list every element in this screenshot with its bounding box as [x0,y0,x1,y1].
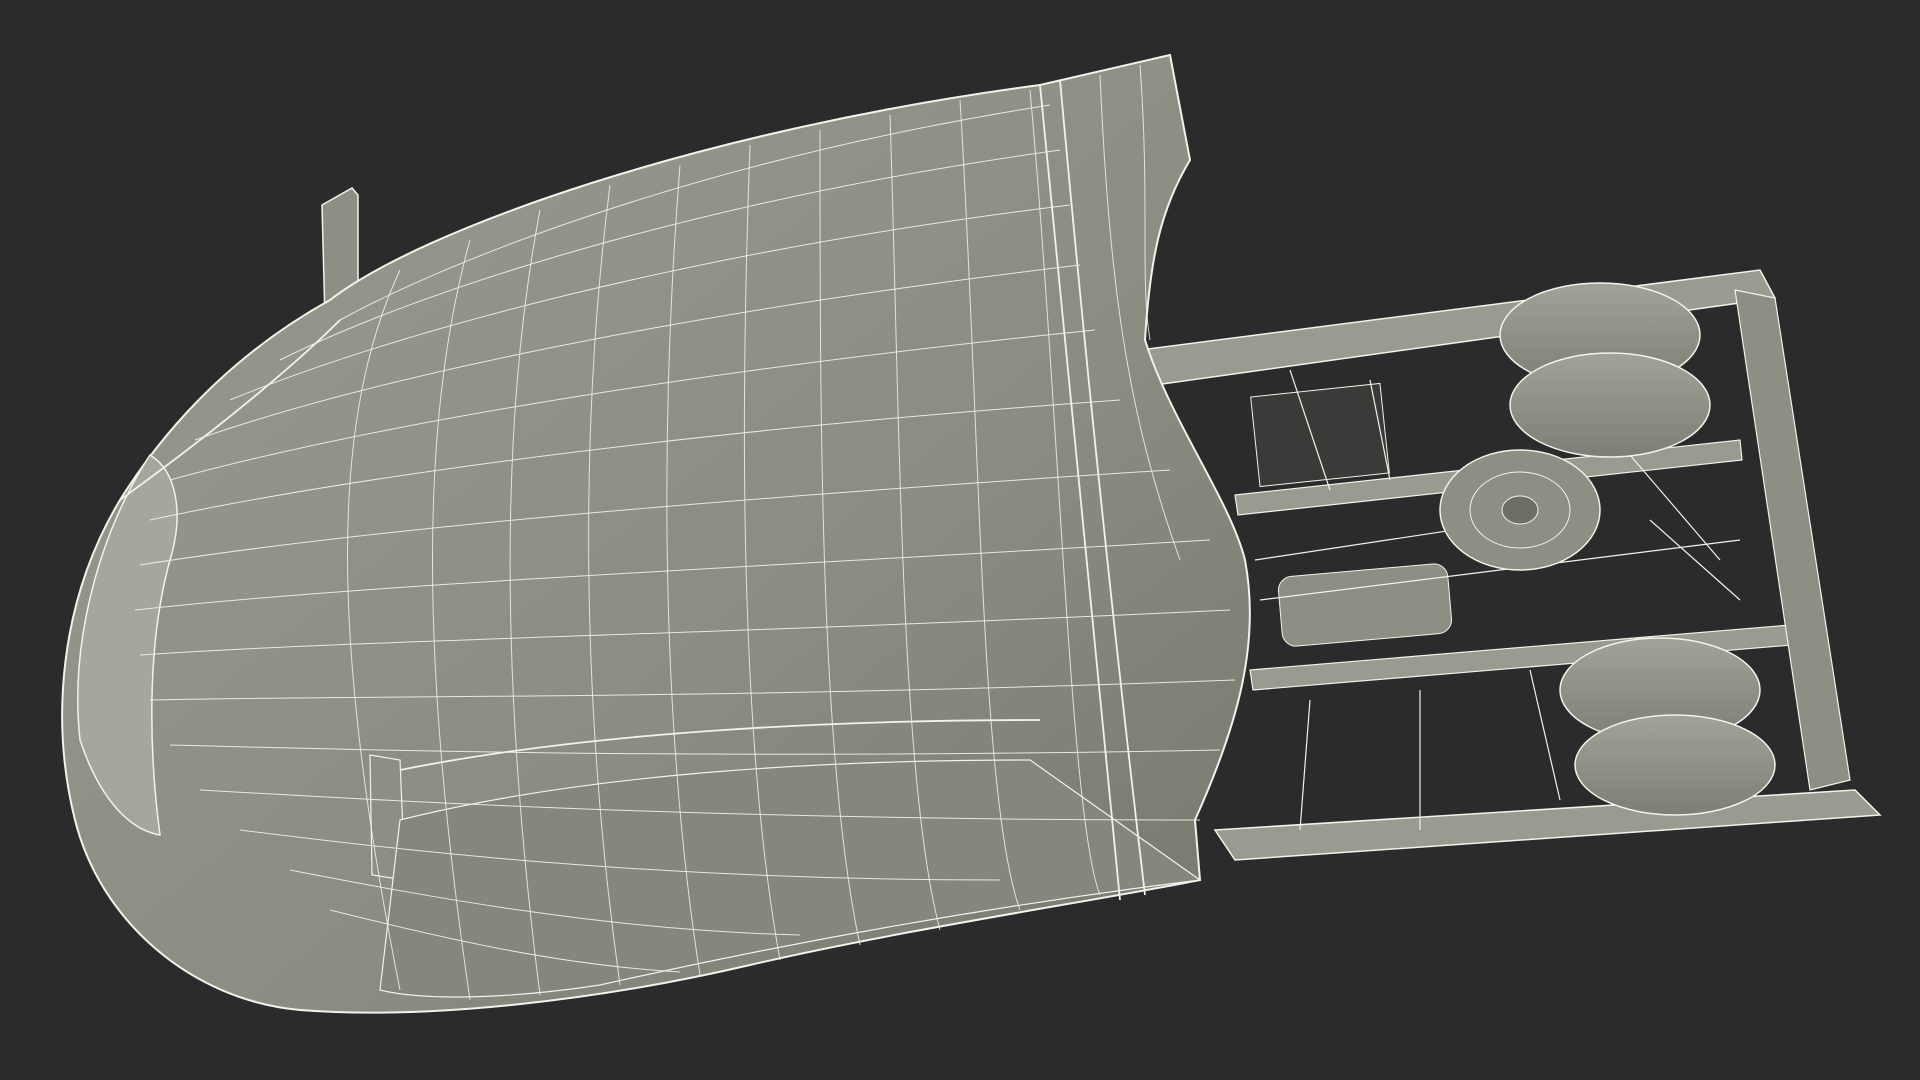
rear-wheels-upper [1499,282,1711,458]
rear-wheels-lower [1559,637,1776,816]
fuel-tank [1277,563,1453,647]
tire-upper-inner [1509,352,1711,458]
frame-rear-end [1734,289,1851,791]
frame-rail-bottom [1213,789,1882,861]
cab-shell [61,53,1251,1014]
tire-lower-inner [1574,714,1776,816]
wireframe-render [61,53,1882,1014]
battery-box [1250,382,1390,488]
spare-wheel [1439,449,1601,571]
render-viewport [0,0,1920,1080]
